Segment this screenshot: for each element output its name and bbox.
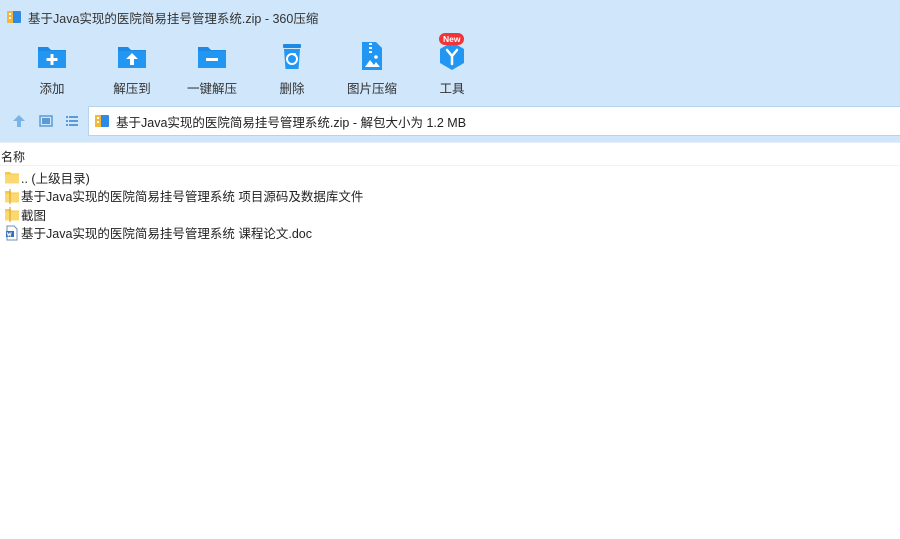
- delete-icon: [283, 44, 301, 69]
- add-icon: [38, 47, 66, 68]
- extract-to-label: 解压到: [113, 82, 151, 96]
- tools-label: 工具: [439, 82, 465, 96]
- title-bar: 基于Java实现的医院简易挂号管理系统.zip - 360压缩: [0, 0, 900, 34]
- add-button[interactable]: 添加: [20, 40, 84, 98]
- tools-button[interactable]: New 工具: [420, 33, 484, 98]
- image-compress-label: 图片压缩: [346, 82, 397, 96]
- list-view-icon[interactable]: [64, 113, 80, 129]
- thumbnail-view-icon[interactable]: [38, 113, 54, 129]
- folder-icon: [5, 172, 19, 184]
- item-name: 截图: [21, 208, 47, 223]
- one-click-extract-icon: [198, 47, 226, 68]
- one-click-extract-label: 一键解压: [186, 82, 237, 96]
- extract-to-button[interactable]: 解压到: [100, 40, 164, 98]
- list-item[interactable]: .. (上级目录): [0, 168, 900, 187]
- list-item[interactable]: 基于Java实现的医院简易挂号管理系统 项目源码及数据库文件: [0, 187, 900, 206]
- toolbar: 添加 解压到 一键解压 删除 图片压缩 New 工具: [0, 33, 900, 100]
- new-badge: New: [439, 33, 465, 45]
- zip-file-icon: [95, 115, 109, 127]
- navigation-bar: 基于Java实现的医院简易挂号管理系统.zip - 解包大小为 1.2 MB: [0, 100, 900, 142]
- folder-icon: [5, 188, 19, 204]
- item-name: 基于Java实现的医院简易挂号管理系统 课程论文.doc: [21, 227, 313, 242]
- up-arrow-icon[interactable]: [11, 113, 27, 129]
- image-compress-icon: [362, 42, 382, 70]
- archive-app-icon: [7, 11, 21, 23]
- item-name: .. (上级目录): [21, 171, 90, 186]
- list-item[interactable]: 截图: [0, 205, 900, 224]
- column-header: 名称: [0, 142, 900, 166]
- item-name: 基于Java实现的医院简易挂号管理系统 项目源码及数据库文件: [21, 190, 364, 205]
- header-divider: [0, 142, 900, 143]
- window-title: 基于Java实现的医院简易挂号管理系统.zip - 360压缩: [28, 11, 319, 26]
- list-item[interactable]: 基于Java实现的医院简易挂号管理系统 课程论文.doc: [0, 224, 900, 243]
- one-click-extract-button[interactable]: 一键解压: [180, 40, 244, 98]
- delete-button[interactable]: 删除: [260, 40, 324, 98]
- name-column-header[interactable]: 名称: [1, 148, 25, 165]
- address-bar[interactable]: 基于Java实现的医院简易挂号管理系统.zip - 解包大小为 1.2 MB: [88, 106, 900, 136]
- folder-icon: [5, 207, 19, 223]
- file-list: .. (上级目录) 基于Java实现的医院简易挂号管理系统 项目源码及数据库文件…: [0, 168, 900, 242]
- word-document-icon: [6, 225, 18, 241]
- add-label: 添加: [39, 82, 65, 96]
- delete-label: 删除: [279, 82, 305, 96]
- image-compress-button[interactable]: 图片压缩: [340, 40, 404, 98]
- address-path: 基于Java实现的医院简易挂号管理系统.zip - 解包大小为 1.2 MB: [116, 115, 467, 130]
- extract-to-icon: [118, 47, 146, 68]
